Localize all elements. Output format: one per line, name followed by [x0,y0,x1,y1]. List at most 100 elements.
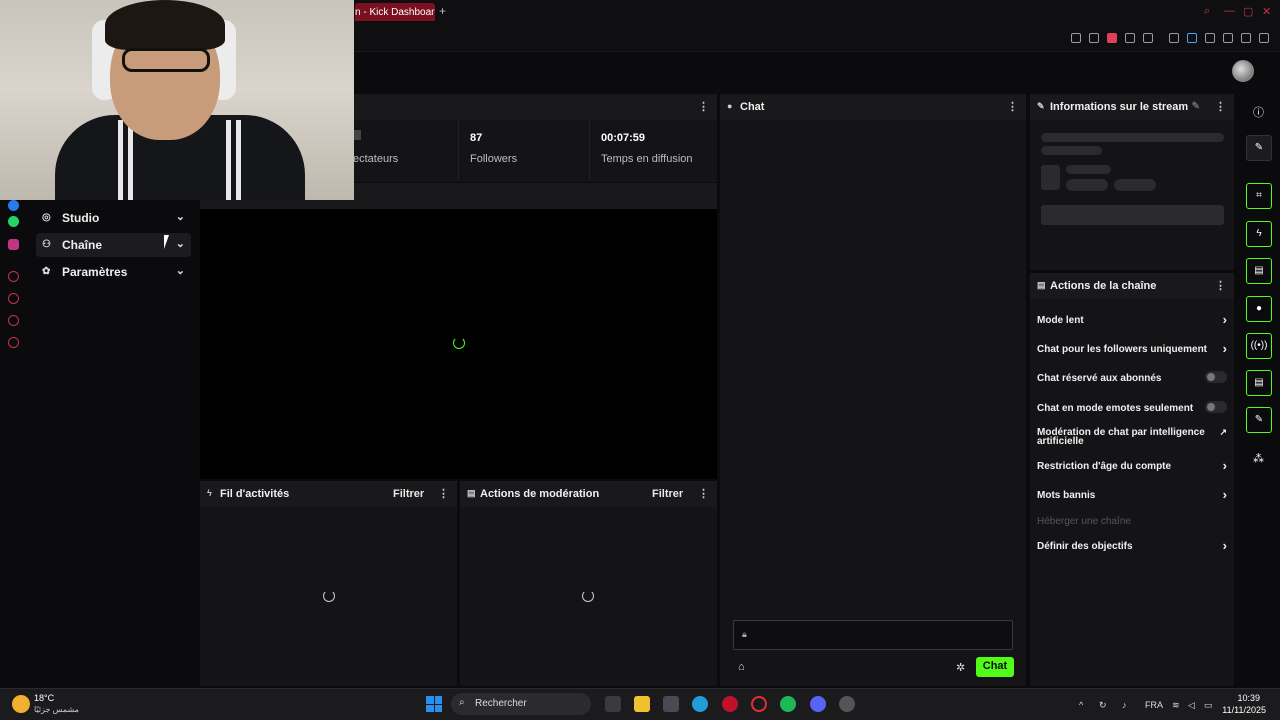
avatar[interactable] [1232,60,1254,82]
chat-send-button[interactable]: Chat [976,657,1014,677]
mod-actions-header: ▤ Actions de modération Filtrer ⋮ [460,481,717,507]
chat-header: ● Chat ⋮ [720,94,1026,120]
info-icon[interactable]: ⓘ [1253,104,1264,120]
lightning-button[interactable]: ϟ [1246,221,1272,247]
action-label: Modération de chat par intelligence arti… [1037,427,1205,447]
file-explorer-icon[interactable] [634,696,650,712]
edit-layout-button[interactable]: ✎ [1246,135,1272,161]
capture-icon[interactable] [1089,33,1099,43]
chat-bubble-icon[interactable] [8,315,19,326]
weather-icon[interactable] [12,695,30,713]
gear-icon[interactable]: ✲ [956,661,965,674]
menu-icon[interactable] [1259,33,1269,43]
chat-title: Chat [740,101,765,113]
chevron-up-icon[interactable]: ^ [1079,700,1083,710]
minimize-icon[interactable]: — [1224,5,1235,17]
action-banned-words[interactable]: Mots bannis › [1037,487,1227,502]
search-icon[interactable]: ⌕ [1204,5,1210,18]
sync-icon[interactable]: ↻ [1099,700,1107,711]
pocket-icon[interactable] [1107,33,1117,43]
action-host-channel: Héberger une chaîne [1037,516,1227,527]
battery-icon[interactable]: ▭ [1204,700,1213,711]
channel-button[interactable]: ▤ [1246,370,1272,396]
chat-bubble-button[interactable]: ● [1246,296,1272,322]
cube-icon[interactable] [1223,33,1233,43]
puzzle-icon[interactable] [1205,33,1215,43]
heart-icon[interactable] [1143,33,1153,43]
store-icon[interactable]: ⌂ [738,661,745,673]
language-indicator[interactable]: FRA [1145,700,1163,710]
store-icon[interactable] [663,696,679,712]
chevron-down-icon[interactable]: ⌄ [176,210,185,223]
camera-focus-button[interactable]: ⌗ [1246,183,1272,209]
target-icon[interactable] [8,271,19,282]
action-label: Chat pour les followers uniquement [1037,344,1208,355]
followers-label: Followers [470,153,518,165]
instagram-icon[interactable] [8,239,19,250]
sidebar-item-parametres[interactable]: ✿ Paramètres ⌄ [36,260,191,284]
opera-gx-icon[interactable] [751,696,767,712]
edge-icon[interactable] [692,696,708,712]
clock-time[interactable]: 10:39 [1220,693,1260,703]
discord-icon[interactable] [810,696,826,712]
clock-date[interactable]: 11/11/2025 [1216,705,1266,715]
more-options-icon[interactable]: ⋮ [698,100,709,113]
wrench-button[interactable]: ✎ [1246,407,1272,433]
app-icon[interactable] [839,696,855,712]
maximize-icon[interactable]: ▢ [1243,5,1253,18]
tab-title: n - Kick Dashboard [355,7,435,18]
play-icon[interactable] [1125,33,1135,43]
start-button[interactable] [426,696,442,712]
spotify-icon[interactable] [780,696,796,712]
more-options-icon[interactable]: ⋮ [1215,279,1226,292]
toggle-switch[interactable] [1205,401,1227,413]
action-mode-lent[interactable]: Mode lent › [1037,312,1227,327]
settings-icon[interactable] [8,337,19,348]
channel-icon: ▤ [1037,280,1046,290]
browser-tab-active[interactable]: n - Kick Dashboard [355,3,435,21]
uptime-label: Temps en diffusion [601,153,693,165]
filter-button[interactable]: Filtrer [393,488,424,500]
taskbar-search[interactable]: ⌕ Rechercher [451,693,591,715]
messenger-icon[interactable] [8,200,19,211]
action-age-restriction[interactable]: Restriction d'âge du compte › [1037,458,1227,473]
broadcast-button[interactable]: ((•)) [1246,333,1272,359]
chevron-right-icon: › [1222,341,1227,356]
action-subscribers-only[interactable]: Chat réservé aux abonnés [1037,371,1227,384]
extension-2-icon[interactable] [1187,33,1197,43]
wifi-icon[interactable]: ≋ [1172,700,1180,711]
share-icon[interactable]: ⁂ [1253,452,1264,465]
close-icon[interactable]: ✕ [1262,5,1271,18]
new-tab-button[interactable]: + [439,4,446,18]
download-icon[interactable] [1241,33,1251,43]
followers-value: 87 [470,132,483,144]
action-set-goals[interactable]: Définir des objectifs › [1037,538,1227,553]
sidebar-item-studio[interactable]: ◎ Studio ⌄ [36,206,191,230]
whatsapp-icon[interactable] [8,216,19,227]
history-icon[interactable] [8,293,19,304]
chevron-down-icon[interactable]: ⌄ [176,237,185,250]
action-ai-moderation[interactable]: Modération de chat par intelligence arti… [1037,427,1227,447]
action-emotes-only[interactable]: Chat en mode emotes seulement [1037,401,1227,414]
opera-icon[interactable] [722,696,738,712]
skeleton-pill [1114,179,1156,191]
filter-button[interactable]: Filtrer [652,488,683,500]
chat-message-input[interactable]: 🔒︎ [733,620,1013,650]
chevron-down-icon[interactable]: ⌄ [176,264,185,277]
more-options-icon[interactable]: ⋮ [1007,100,1018,113]
toggle-switch[interactable] [1205,371,1227,383]
wrench-icon: ✎ [1037,101,1045,111]
clipboard-button[interactable]: ▤ [1246,258,1272,284]
volume-icon[interactable]: ◁ [1188,700,1195,711]
more-options-icon[interactable]: ⋮ [1215,100,1226,113]
more-options-icon[interactable]: ⋮ [698,487,709,500]
task-view-icon[interactable] [605,696,621,712]
edit-icon[interactable]: ✎ [1192,101,1200,112]
pin-icon[interactable] [1071,33,1081,43]
mic-icon[interactable]: ♪ [1122,700,1127,710]
extension-icon[interactable] [1169,33,1179,43]
action-followers-only[interactable]: Chat pour les followers uniquement › [1037,341,1227,356]
clipboard-icon: ▤ [467,488,476,498]
more-options-icon[interactable]: ⋮ [438,487,449,500]
skeleton-line [1066,165,1111,174]
